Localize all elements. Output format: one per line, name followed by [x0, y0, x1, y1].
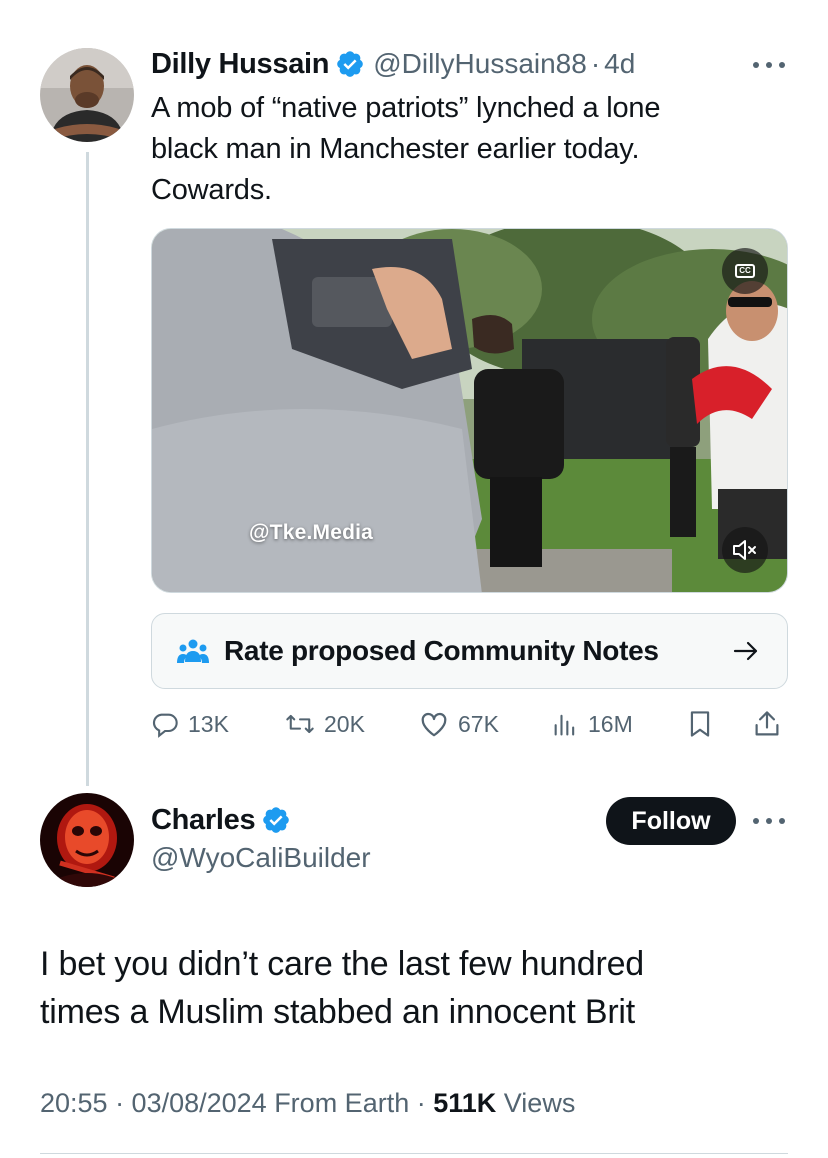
- repost-count: 20K: [324, 710, 365, 737]
- share-icon: [755, 711, 779, 736]
- view-count: 16M: [588, 710, 633, 737]
- tweet-text: A mob of “native patriots” lynched a lon…: [151, 92, 661, 206]
- author-name[interactable]: Dilly Hussain: [151, 48, 330, 81]
- repost-icon: [286, 714, 314, 734]
- author-handle[interactable]: @DillyHussain88: [373, 48, 587, 80]
- verified-badge-icon[interactable]: [335, 49, 365, 79]
- reply-text: I bet you didn’t care the last few hundr…: [40, 945, 644, 1031]
- author-handle[interactable]: @WyoCaliBuilder: [151, 842, 371, 874]
- analytics-bars-icon: [554, 714, 575, 736]
- community-people-icon: [177, 639, 209, 663]
- author-row: Charles: [151, 800, 299, 840]
- more-options-icon[interactable]: [753, 60, 785, 70]
- separator-dot: ·: [590, 48, 601, 79]
- repost-button[interactable]: 20K: [285, 700, 365, 748]
- verified-badge-icon[interactable]: [261, 805, 291, 835]
- tweet-metadata: 20:55 · 03/08/2024 From Earth · 511K Vie…: [40, 1088, 575, 1119]
- tweet-actions: 13K 20K 67K 16M: [151, 700, 791, 748]
- post-time[interactable]: 4d: [604, 48, 635, 80]
- reply-button[interactable]: 13K: [151, 700, 229, 748]
- reply-icon: [152, 713, 178, 738]
- captions-button[interactable]: CC: [722, 248, 768, 294]
- heart-icon: [421, 712, 447, 737]
- bookmark-icon: [690, 711, 710, 737]
- avatar[interactable]: [40, 48, 134, 142]
- share-button[interactable]: [753, 700, 790, 748]
- video-thumbnail[interactable]: [151, 228, 788, 593]
- closed-captions-icon: CC: [735, 264, 755, 278]
- like-button[interactable]: 67K: [419, 700, 499, 748]
- mute-button[interactable]: [722, 527, 768, 573]
- author-row: Dilly Hussain @DillyHussain88 · 4d: [151, 44, 635, 84]
- speaker-muted-icon: [733, 540, 756, 560]
- video-watermark: @Tke.Media: [249, 521, 374, 544]
- timestamp[interactable]: 20:55 · 03/08/2024 From Earth ·: [40, 1088, 433, 1118]
- author-name[interactable]: Charles: [151, 804, 256, 837]
- arrow-right-icon: [733, 641, 758, 661]
- reply-count: 13K: [188, 710, 229, 737]
- follow-button[interactable]: Follow: [606, 797, 736, 845]
- divider: [40, 1153, 788, 1154]
- views-count: 511K: [433, 1088, 497, 1118]
- views-label: Views: [496, 1088, 576, 1118]
- bookmark-button[interactable]: [687, 700, 722, 748]
- thread-connector-line: [86, 152, 89, 786]
- avatar[interactable]: [40, 793, 134, 887]
- community-notes-label: Rate proposed Community Notes: [224, 635, 659, 666]
- more-options-icon[interactable]: [753, 816, 785, 826]
- like-count: 67K: [458, 710, 499, 737]
- community-notes-bar[interactable]: Rate proposed Community Notes: [151, 613, 788, 689]
- views-button[interactable]: 16M: [551, 700, 633, 748]
